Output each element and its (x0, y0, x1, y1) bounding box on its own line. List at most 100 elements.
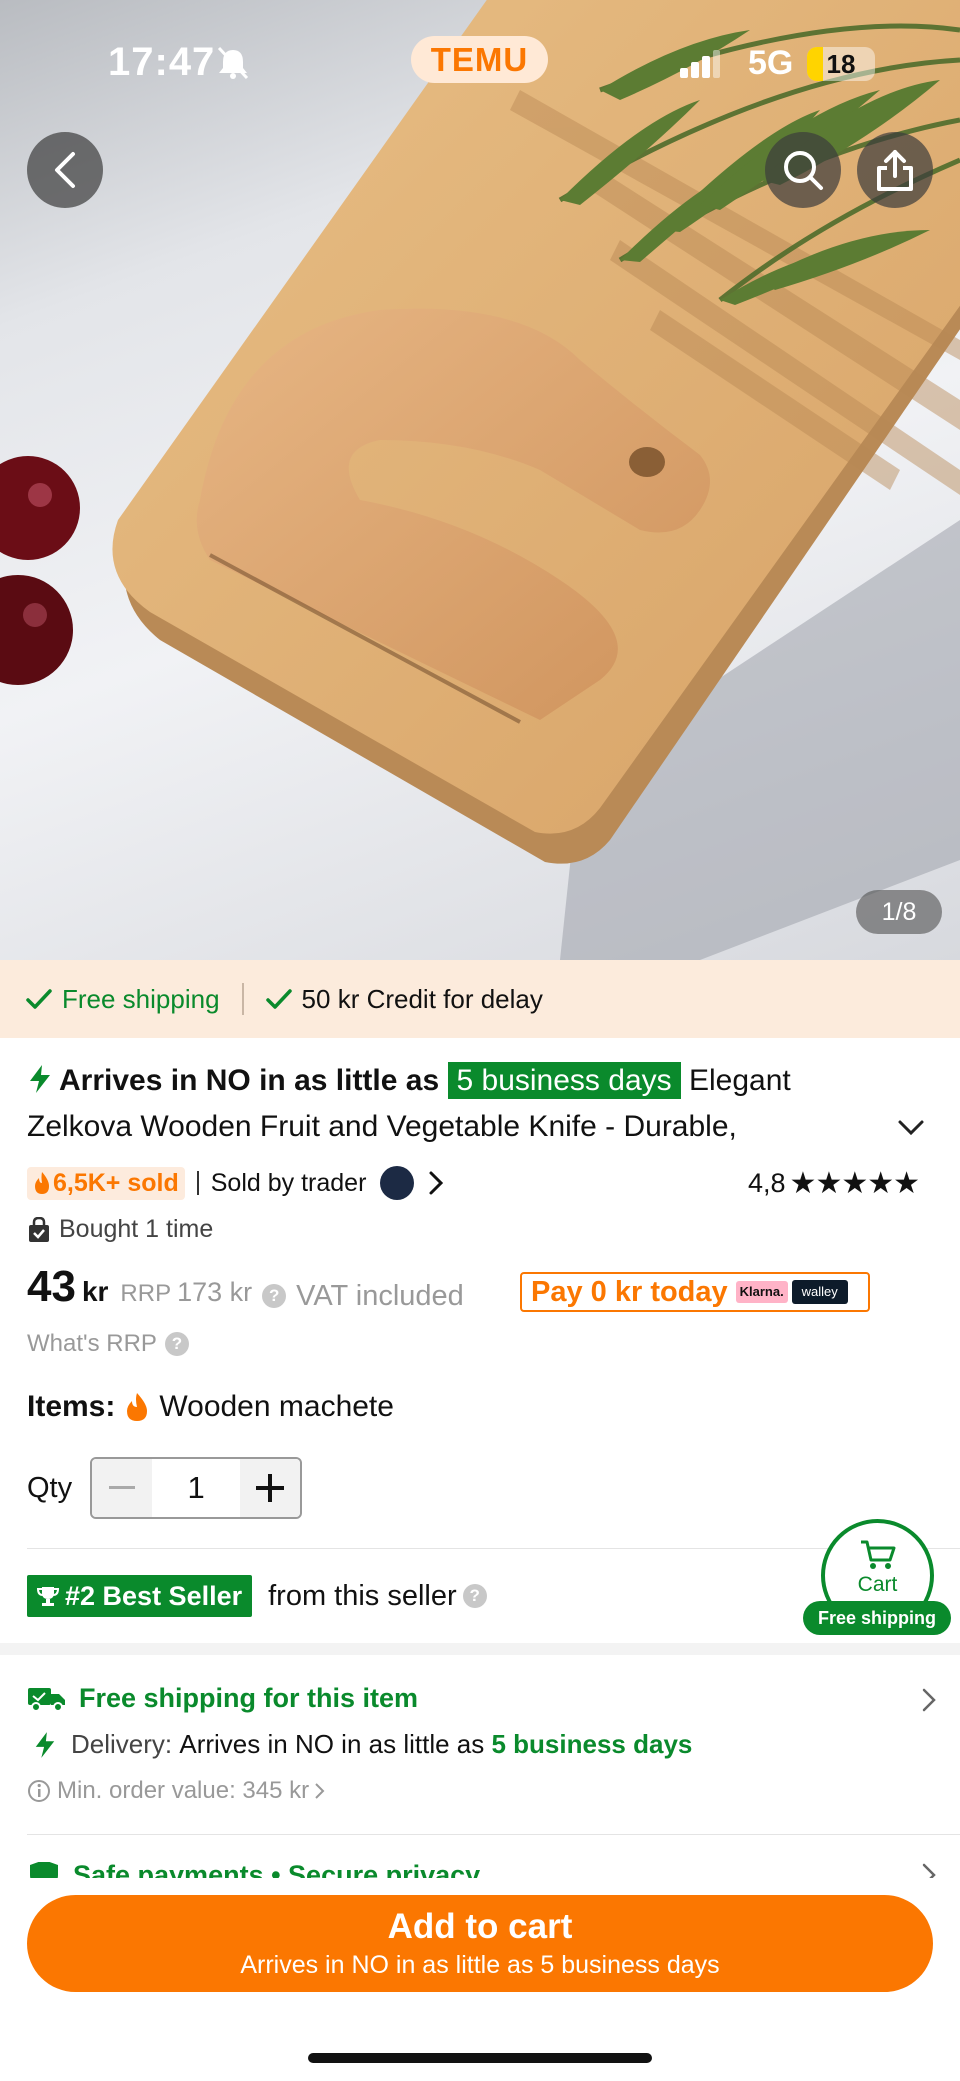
vat-label: VAT included (296, 1279, 464, 1312)
bestseller-text: from this seller (268, 1579, 457, 1612)
muted-bell-icon (217, 46, 249, 80)
app-indicator[interactable]: TEMU (411, 36, 548, 83)
help-icon: ? (164, 1332, 189, 1356)
product-title[interactable]: Arrives in NO in as little as 5 business… (27, 1058, 907, 1150)
items-label: Items: (27, 1390, 116, 1423)
vat-info[interactable]: ? VAT included (262, 1280, 464, 1313)
share-icon (877, 150, 913, 191)
divider (27, 1548, 960, 1549)
cart-label: Cart (857, 1573, 898, 1596)
bestseller-context: from this seller ? (268, 1580, 497, 1613)
seller-avatar[interactable] (380, 1166, 415, 1200)
delivery-label: Delivery: (71, 1729, 173, 1759)
sold-count: 6,5K+ sold (53, 1168, 179, 1197)
divider (241, 983, 244, 1015)
title-arrival: Arrives in NO in as little as (59, 1064, 440, 1097)
rating[interactable]: 4,8 ★★★★★ (748, 1166, 920, 1201)
bought-text: Bought 1 time (59, 1215, 214, 1243)
delivery-info: Delivery: Arrives in NO in as little as … (27, 1729, 692, 1760)
credit-promo: 50 kr Credit for delay (265, 983, 543, 1015)
share-button[interactable] (857, 132, 933, 208)
rrp-value: 173 kr (177, 1277, 253, 1307)
signal-icon (680, 50, 720, 78)
lightning-icon (35, 1731, 55, 1758)
chevron-right-icon (922, 1688, 936, 1712)
flame-icon (35, 1172, 49, 1194)
lightning-icon (30, 1065, 50, 1093)
qty-label: Qty (27, 1471, 73, 1504)
help-icon: ? (262, 1284, 287, 1308)
quantity-stepper[interactable]: 1 (90, 1457, 303, 1519)
bought-count: Bought 1 time (27, 1215, 213, 1244)
home-indicator[interactable] (308, 2053, 652, 2063)
battery-level: 18 (826, 49, 856, 79)
add-to-cart-sublabel: Arrives in NO in as little as 5 business… (240, 1951, 720, 1979)
network-type: 5G (748, 44, 794, 82)
rating-value: 4,8 (748, 1168, 786, 1198)
title-days-highlight: 5 business days (447, 1062, 681, 1099)
shipping-section-header[interactable]: Free shipping for this item (27, 1683, 937, 1714)
free-shipping-label: Free shipping (62, 983, 220, 1014)
help-icon[interactable]: ? (462, 1584, 487, 1608)
bestseller-label: #2 Best Seller (65, 1580, 243, 1611)
flame-icon (127, 1393, 148, 1421)
whats-rrp-link[interactable]: What's RRP ? (27, 1330, 199, 1358)
chevron-left-icon (55, 152, 75, 188)
search-button[interactable] (765, 132, 841, 208)
qty-decrement-button[interactable] (92, 1459, 153, 1517)
whats-rrp-label: What's RRP (27, 1330, 157, 1357)
chevron-down-icon[interactable] (896, 1118, 926, 1138)
shipping-title: Free shipping for this item (79, 1683, 419, 1713)
battery-icon: 18 (807, 47, 875, 81)
min-order-link[interactable]: Min. order value: 345 kr (27, 1777, 327, 1805)
shopping-bag-icon (29, 1216, 49, 1242)
delivery-text: Arrives in NO in as little as (179, 1729, 485, 1759)
add-to-cart-label: Add to cart (387, 1907, 573, 1946)
credit-label: 50 kr Credit for delay (301, 983, 543, 1014)
minus-icon (109, 1486, 136, 1489)
chevron-right-icon (315, 1783, 325, 1799)
min-order-text: Min. order value: 345 kr (57, 1777, 310, 1804)
qty-value[interactable]: 1 (152, 1459, 240, 1517)
product-image[interactable]: 17:47 TEMU 5G 18 1/8 (0, 0, 960, 960)
price-amount: 43 (27, 1262, 76, 1311)
trophy-icon (37, 1587, 59, 1606)
pay-later-box[interactable]: Pay 0 kr today Klarna. walley (520, 1272, 870, 1312)
chevron-right-icon[interactable] (428, 1170, 444, 1196)
search-icon (784, 151, 823, 190)
bestseller-row[interactable]: #2 Best Seller from this seller ? (27, 1575, 497, 1617)
delivery-days: 5 business days (491, 1729, 693, 1759)
status-time: 17:47 (108, 40, 216, 84)
title-product-rest: Zelkova Wooden Fruit and Vegetable Knife… (27, 1110, 737, 1143)
back-button[interactable] (27, 132, 103, 208)
promo-strip[interactable]: Free shipping 50 kr Credit for delay (0, 960, 960, 1038)
pay-today-label: Pay 0 kr today (531, 1275, 728, 1308)
klarna-logo: Klarna. (735, 1281, 788, 1303)
truck-icon (28, 1687, 65, 1712)
sold-badge: 6,5K+ sold (27, 1166, 185, 1200)
check-icon (265, 989, 292, 1009)
free-shipping-promo: Free shipping (26, 984, 220, 1015)
divider (196, 1171, 199, 1195)
check-icon (26, 989, 52, 1009)
price-currency: kr (81, 1276, 109, 1307)
divider (27, 1834, 960, 1835)
status-bar: 17:47 TEMU 5G 18 (0, 0, 960, 120)
qty-row: Qty 1 (27, 1457, 303, 1519)
sold-by-label[interactable]: Sold by trader (211, 1169, 367, 1198)
rating-stars: ★★★★★ (789, 1167, 920, 1200)
add-to-cart-button[interactable]: Add to cart Arrives in NO in as little a… (27, 1895, 933, 1992)
section-gap (0, 1643, 960, 1655)
qty-increment-button[interactable] (240, 1459, 301, 1517)
items-value: Wooden machete (159, 1390, 394, 1423)
walley-logo: walley (791, 1280, 848, 1304)
plus-icon (256, 1474, 285, 1502)
rrp-label: RRP (120, 1280, 172, 1307)
items-row[interactable]: Items: Wooden machete (27, 1390, 394, 1424)
cart-free-shipping-badge: Free shipping (803, 1601, 951, 1635)
cart-icon (860, 1540, 895, 1569)
info-icon (28, 1780, 50, 1802)
title-product-start: Elegant (688, 1064, 791, 1097)
bestseller-badge: #2 Best Seller (27, 1575, 253, 1617)
image-counter: 1/8 (856, 890, 942, 934)
